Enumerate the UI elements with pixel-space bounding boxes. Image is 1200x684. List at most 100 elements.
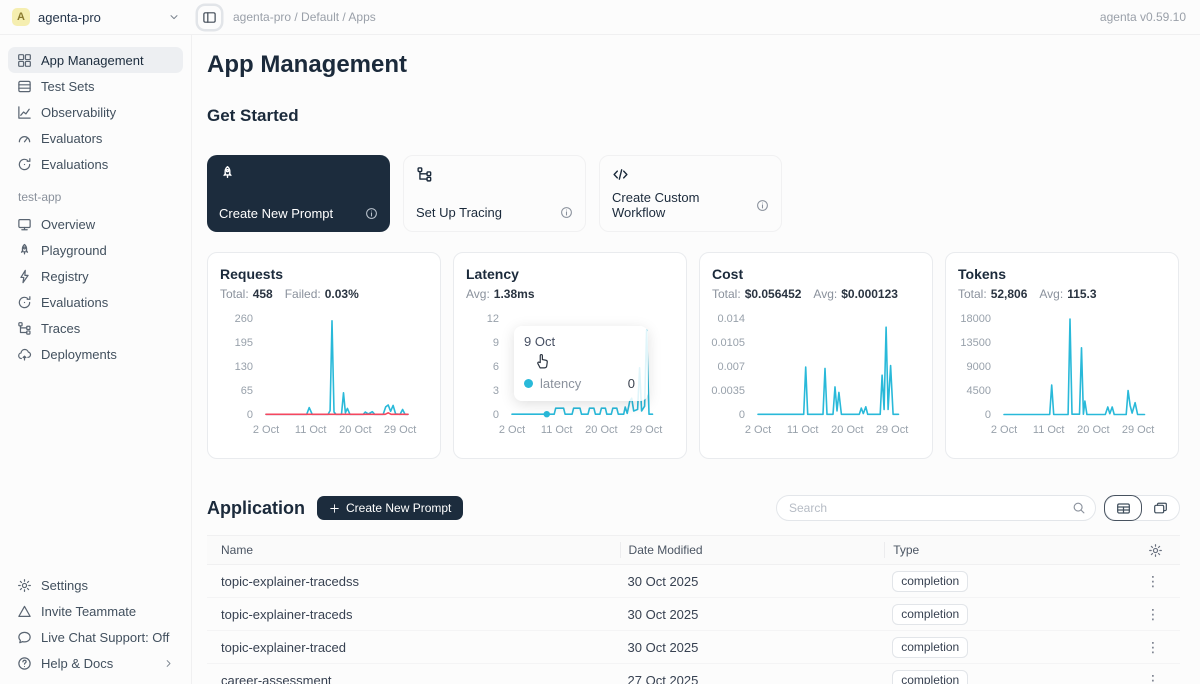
x-axis: 2 Oct11 Oct20 Oct29 Oct <box>754 422 906 438</box>
top-bar: A agenta-pro agenta-pro / Default / Apps… <box>0 0 1200 35</box>
get-started-card-set-up-tracing[interactable]: Set Up Tracing <box>403 155 586 232</box>
stat-pair: Total:458 <box>220 287 273 301</box>
kebab-menu-icon[interactable]: ⋮ <box>1146 574 1160 588</box>
sidebar-main-nav: App Management Test Sets Observability E… <box>8 47 183 177</box>
sidebar-app-item-overview[interactable]: Overview <box>8 211 183 237</box>
chart-stats: Total:$0.056452Avg:$0.000123 <box>712 287 920 301</box>
sidebar-item-label: Settings <box>41 578 88 593</box>
x-tick: 11 Oct <box>541 424 573 436</box>
table-view-button[interactable] <box>1104 495 1142 521</box>
table-row[interactable]: career-assessment 27 Oct 2025 completion… <box>207 664 1180 684</box>
y-axis: 260195130650 <box>220 315 262 419</box>
application-header: Application Create New Prompt <box>207 495 1180 521</box>
y-tick: 0 <box>985 409 991 421</box>
panel-left-icon <box>202 10 217 25</box>
sidebar-footer-item-settings[interactable]: Settings <box>8 572 183 598</box>
search-icon <box>1072 501 1086 515</box>
applications-table: Name Date Modified Type topic-explainer-… <box>207 535 1180 684</box>
tooltip-value: 0 <box>628 376 638 391</box>
grid-icon <box>17 53 32 68</box>
kebab-menu-icon[interactable]: ⋮ <box>1146 607 1160 621</box>
breadcrumb: agenta-pro / Default / Apps <box>233 10 376 24</box>
application-title: Application <box>207 498 305 519</box>
sidebar-toggle-button[interactable] <box>198 6 221 29</box>
chart-line-cost <box>758 327 899 414</box>
list-icon <box>17 79 32 94</box>
chart-stats: Total:52,806Avg:115.3 <box>958 287 1166 301</box>
search-input[interactable] <box>776 495 1096 521</box>
metrics-charts: Requests Total:458Failed:0.03% 260195130… <box>207 252 1180 459</box>
y-axis: 1800013500900045000 <box>958 315 1000 419</box>
column-name: Name <box>207 543 620 557</box>
sidebar-item-label: Observability <box>41 105 116 120</box>
chart-plot: 2 Oct11 Oct20 Oct29 Oct <box>262 315 414 419</box>
y-axis: 0.0140.01050.0070.00350 <box>712 315 754 419</box>
sidebar-app-item-playground[interactable]: Playground <box>8 237 183 263</box>
app-name-cell: career-assessment <box>207 673 620 684</box>
sidebar-footer-item-help-docs[interactable]: Help & Docs <box>8 650 183 676</box>
workspace-selector[interactable]: A agenta-pro <box>0 8 192 26</box>
workspace-avatar: A <box>12 8 30 26</box>
sidebar-footer-item-live-chat-support-off[interactable]: Live Chat Support: Off <box>8 624 183 650</box>
tree-icon <box>17 321 32 336</box>
kebab-menu-icon[interactable]: ⋮ <box>1146 673 1160 684</box>
column-type: Type <box>884 542 1119 558</box>
main-content: App Management Get Started Create New Pr… <box>192 35 1200 684</box>
tree-icon <box>416 166 433 183</box>
x-tick: 11 Oct <box>787 424 819 436</box>
version-label: agenta v0.59.10 <box>1100 10 1200 24</box>
y-tick: 0.0035 <box>711 385 745 397</box>
refresh-icon <box>17 157 32 172</box>
info-icon <box>756 199 769 212</box>
table-row[interactable]: topic-explainer-traced 30 Oct 2025 compl… <box>207 631 1180 664</box>
chart-plot: 2 Oct11 Oct20 Oct29 Oct <box>1000 315 1152 419</box>
date-modified-cell: 30 Oct 2025 <box>620 574 885 589</box>
tooltip-series-label: latency <box>540 376 581 391</box>
sidebar-item-label: Deployments <box>41 347 117 362</box>
chart-plot: 2 Oct11 Oct20 Oct29 Oct <box>754 315 906 419</box>
chart-title: Tokens <box>958 266 1166 282</box>
type-badge: completion <box>892 670 968 684</box>
x-tick: 20 Oct <box>585 424 617 436</box>
cloud-icon <box>17 347 32 362</box>
y-tick: 195 <box>235 337 253 349</box>
y-tick: 12 <box>487 313 499 325</box>
rocket-icon <box>219 165 236 182</box>
chart-icon <box>17 105 32 120</box>
sidebar-app-item-deployments[interactable]: Deployments <box>8 341 183 367</box>
table-settings-gear-icon[interactable] <box>1148 543 1163 558</box>
card-view-button[interactable] <box>1141 495 1179 521</box>
create-new-prompt-button[interactable]: Create New Prompt <box>317 496 463 520</box>
sidebar-app-nav: Overview Playground Registry Evaluations… <box>8 211 183 367</box>
refresh-icon <box>17 295 32 310</box>
kebab-menu-icon[interactable]: ⋮ <box>1146 640 1160 654</box>
sidebar-app-item-evaluations[interactable]: Evaluations <box>8 289 183 315</box>
sidebar-item-label: Registry <box>41 269 89 284</box>
gear-icon <box>17 578 32 593</box>
get-started-card-create-custom-workflow[interactable]: Create Custom Workflow <box>599 155 782 232</box>
metric-card-requests: Requests Total:458Failed:0.03% 260195130… <box>207 252 441 459</box>
card-view-icon <box>1153 501 1168 516</box>
sidebar-item-evaluators[interactable]: Evaluators <box>8 125 183 151</box>
chat-icon <box>17 630 32 645</box>
table-body: topic-explainer-tracedss 30 Oct 2025 com… <box>207 565 1180 684</box>
help-icon <box>17 656 32 671</box>
sidebar-footer-item-invite-teammate[interactable]: Invite Teammate <box>8 598 183 624</box>
type-badge: completion <box>892 637 968 658</box>
sidebar-item-test-sets[interactable]: Test Sets <box>8 73 183 99</box>
y-tick: 13500 <box>960 337 991 349</box>
chart-title: Latency <box>466 266 674 282</box>
sidebar-item-observability[interactable]: Observability <box>8 99 183 125</box>
table-row[interactable]: topic-explainer-tracedss 30 Oct 2025 com… <box>207 565 1180 598</box>
sidebar-app-item-traces[interactable]: Traces <box>8 315 183 341</box>
sidebar-app-item-registry[interactable]: Registry <box>8 263 183 289</box>
sidebar-item-app-management[interactable]: App Management <box>8 47 183 73</box>
y-tick: 0 <box>493 409 499 421</box>
sidebar-item-evaluations[interactable]: Evaluations <box>8 151 183 177</box>
get-started-cards: Create New Prompt Set Up Tracing Create … <box>207 155 1180 232</box>
stat-pair: Total:52,806 <box>958 287 1027 301</box>
x-tick: 11 Oct <box>295 424 327 436</box>
get-started-card-create-new-prompt[interactable]: Create New Prompt <box>207 155 390 232</box>
table-row[interactable]: topic-explainer-traceds 30 Oct 2025 comp… <box>207 598 1180 631</box>
sidebar-item-label: Evaluations <box>41 157 108 172</box>
